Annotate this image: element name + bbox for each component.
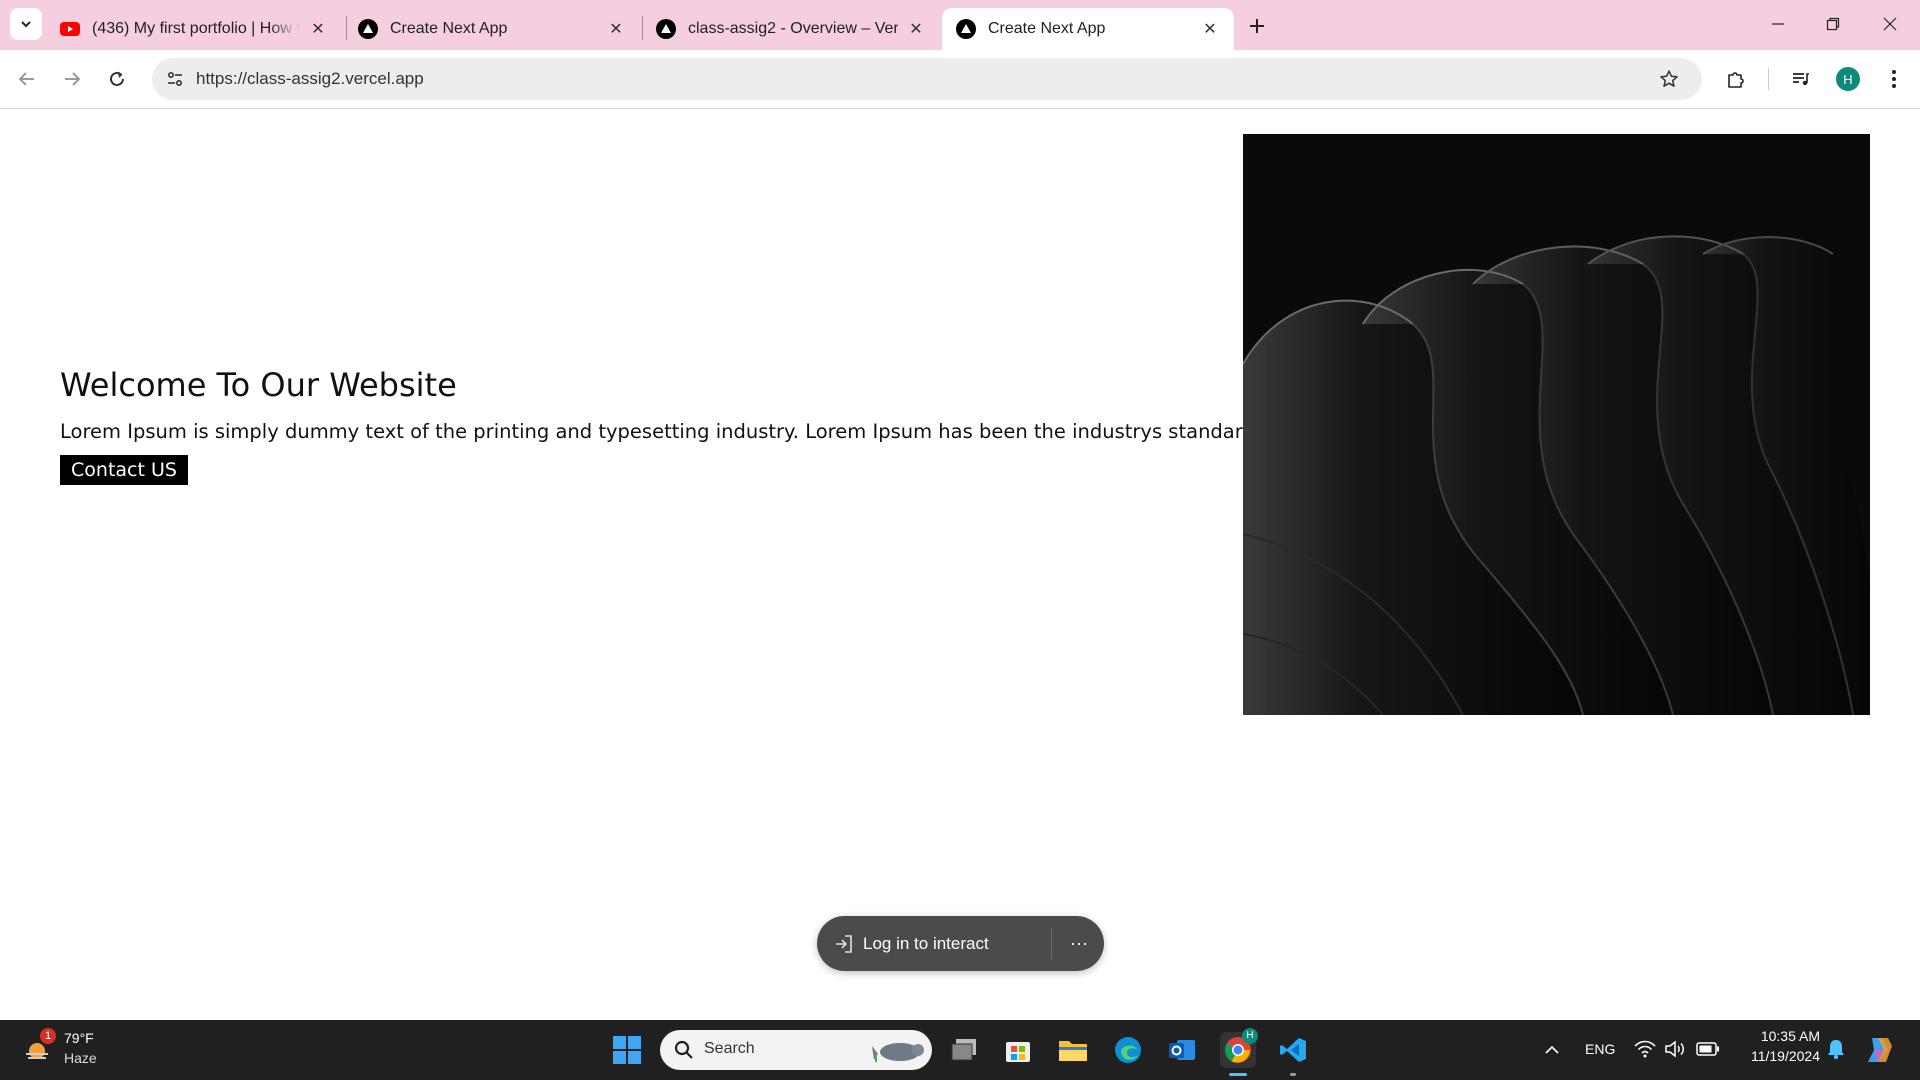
arrow-left-icon xyxy=(18,72,34,86)
url-text[interactable]: https://class-assig2.vercel.app xyxy=(196,69,424,89)
clock-time: 10:35 AM xyxy=(1760,1028,1820,1044)
login-toolbar: Log in to interact ··· xyxy=(817,916,1104,971)
language-indicator[interactable]: ENG xyxy=(1585,1041,1615,1057)
tab-search-button[interactable] xyxy=(10,8,42,40)
vscode-button[interactable] xyxy=(1275,1032,1311,1076)
login-icon xyxy=(836,934,852,953)
profile-initial: H xyxy=(1843,71,1853,87)
close-icon[interactable]: ✕ xyxy=(906,19,926,39)
browser-toolbar: https://class-assig2.vercel.app H xyxy=(0,50,1920,109)
running-indicator xyxy=(1290,1073,1296,1076)
plus-icon xyxy=(1250,19,1264,33)
volume-icon[interactable] xyxy=(1664,1039,1686,1064)
active-indicator xyxy=(1229,1073,1247,1076)
more-options-button[interactable]: ··· xyxy=(1062,916,1096,971)
tab-title: Create Next App xyxy=(390,20,508,37)
close-icon[interactable]: ✕ xyxy=(606,19,626,39)
tab-title: Create Next App xyxy=(988,20,1106,37)
login-label: Log in to interact xyxy=(863,933,989,953)
show-hidden-icons-button[interactable] xyxy=(1540,1038,1564,1062)
vscode-icon xyxy=(1280,1038,1306,1062)
close-icon[interactable]: ✕ xyxy=(1200,19,1220,39)
weather-desc: Haze xyxy=(64,1050,97,1066)
tab-youtube[interactable]: (436) My first portfolio | How to ✕ xyxy=(46,8,342,50)
folder-icon xyxy=(1059,1041,1087,1061)
manatee-icon xyxy=(872,1043,924,1062)
page-title: Welcome To Our Website xyxy=(60,366,457,404)
chrome-profile-badge: H xyxy=(1242,1028,1258,1044)
extensions-button[interactable] xyxy=(1720,63,1752,95)
close-icon[interactable]: ✕ xyxy=(308,19,328,39)
copilot-icon[interactable] xyxy=(1864,1034,1896,1071)
puzzle-icon xyxy=(1728,72,1744,88)
hero-image xyxy=(1243,134,1870,715)
outlook-icon xyxy=(1169,1040,1195,1060)
edge-icon xyxy=(1115,1037,1141,1063)
taskbar-search[interactable]: Search xyxy=(660,1030,932,1070)
address-bar[interactable]: https://class-assig2.vercel.app xyxy=(152,58,1702,100)
reload-icon xyxy=(110,71,124,86)
tab-create-next-app-active[interactable]: Create Next App ✕ xyxy=(942,8,1234,50)
toolbar-divider xyxy=(1768,68,1769,90)
microsoft-store-button[interactable] xyxy=(1000,1032,1036,1068)
new-tab-button[interactable] xyxy=(1243,12,1271,40)
back-button[interactable] xyxy=(11,63,43,95)
more-icon: ··· xyxy=(1070,933,1088,953)
search-icon xyxy=(674,1040,693,1059)
chevron-down-icon xyxy=(21,21,31,28)
windows-logo-icon xyxy=(613,1036,641,1064)
youtube-icon xyxy=(60,19,80,39)
tab-bar: (436) My first portfolio | How to ✕ Crea… xyxy=(0,0,1920,50)
chevron-up-icon xyxy=(1545,1045,1559,1054)
task-view-button[interactable] xyxy=(946,1032,982,1068)
clock-date: 11/19/2024 xyxy=(1750,1048,1820,1064)
search-placeholder: Search xyxy=(704,1040,755,1057)
start-button[interactable] xyxy=(609,1032,645,1068)
weather-temp: 79°F xyxy=(64,1030,94,1046)
reload-button[interactable] xyxy=(101,63,133,95)
site-info-icon[interactable] xyxy=(160,64,190,94)
store-icon xyxy=(1006,1042,1030,1062)
tab-create-next-app[interactable]: Create Next App ✕ xyxy=(344,8,640,50)
clock[interactable]: 10:35 AM 11/19/2024 xyxy=(1730,1028,1820,1064)
vercel-icon xyxy=(358,19,378,39)
pill-divider xyxy=(1051,928,1052,959)
minimize-button[interactable] xyxy=(1760,10,1796,38)
restore-icon xyxy=(1826,17,1840,31)
minimize-icon xyxy=(1772,23,1784,25)
bookmark-star-icon[interactable] xyxy=(1658,68,1680,90)
windows-taskbar: 1 79°F Haze Search H ENG 10:35 AM 11/19/… xyxy=(0,1020,1920,1080)
tab-title: (436) My first portfolio | How to xyxy=(92,20,300,37)
hero-paragraph: Lorem Ipsum is simply dummy text of the … xyxy=(60,420,1255,443)
close-icon xyxy=(1883,17,1897,31)
notifications-bell-icon[interactable] xyxy=(1826,1038,1846,1065)
contact-button[interactable]: Contact US xyxy=(60,455,188,485)
login-button[interactable]: Log in to interact xyxy=(833,916,989,971)
profile-avatar[interactable]: H xyxy=(1836,67,1860,91)
vercel-icon xyxy=(956,19,976,39)
media-control-button[interactable] xyxy=(1785,63,1817,95)
kebab-menu-icon xyxy=(1892,70,1896,88)
restore-button[interactable] xyxy=(1815,10,1851,38)
arrow-right-icon xyxy=(65,72,81,86)
chrome-button[interactable]: H xyxy=(1220,1028,1258,1076)
forward-button[interactable] xyxy=(56,63,88,95)
browser-menu-button[interactable] xyxy=(1878,63,1910,95)
outlook-button[interactable] xyxy=(1164,1032,1200,1068)
vercel-icon xyxy=(656,19,676,39)
weather-widget[interactable]: 1 79°F Haze xyxy=(20,1028,110,1072)
task-view-icon xyxy=(951,1039,976,1061)
file-explorer-button[interactable] xyxy=(1055,1032,1091,1068)
battery-icon[interactable] xyxy=(1696,1041,1720,1062)
tab-vercel-overview[interactable]: class-assig2 - Overview – Vercel ✕ xyxy=(642,8,940,50)
edge-button[interactable] xyxy=(1110,1032,1146,1068)
close-window-button[interactable] xyxy=(1872,10,1908,38)
tab-title: class-assig2 - Overview – Vercel xyxy=(688,20,898,37)
wifi-icon[interactable] xyxy=(1634,1039,1656,1064)
notification-badge: 1 xyxy=(40,1028,56,1044)
playlist-icon xyxy=(1793,73,1809,86)
